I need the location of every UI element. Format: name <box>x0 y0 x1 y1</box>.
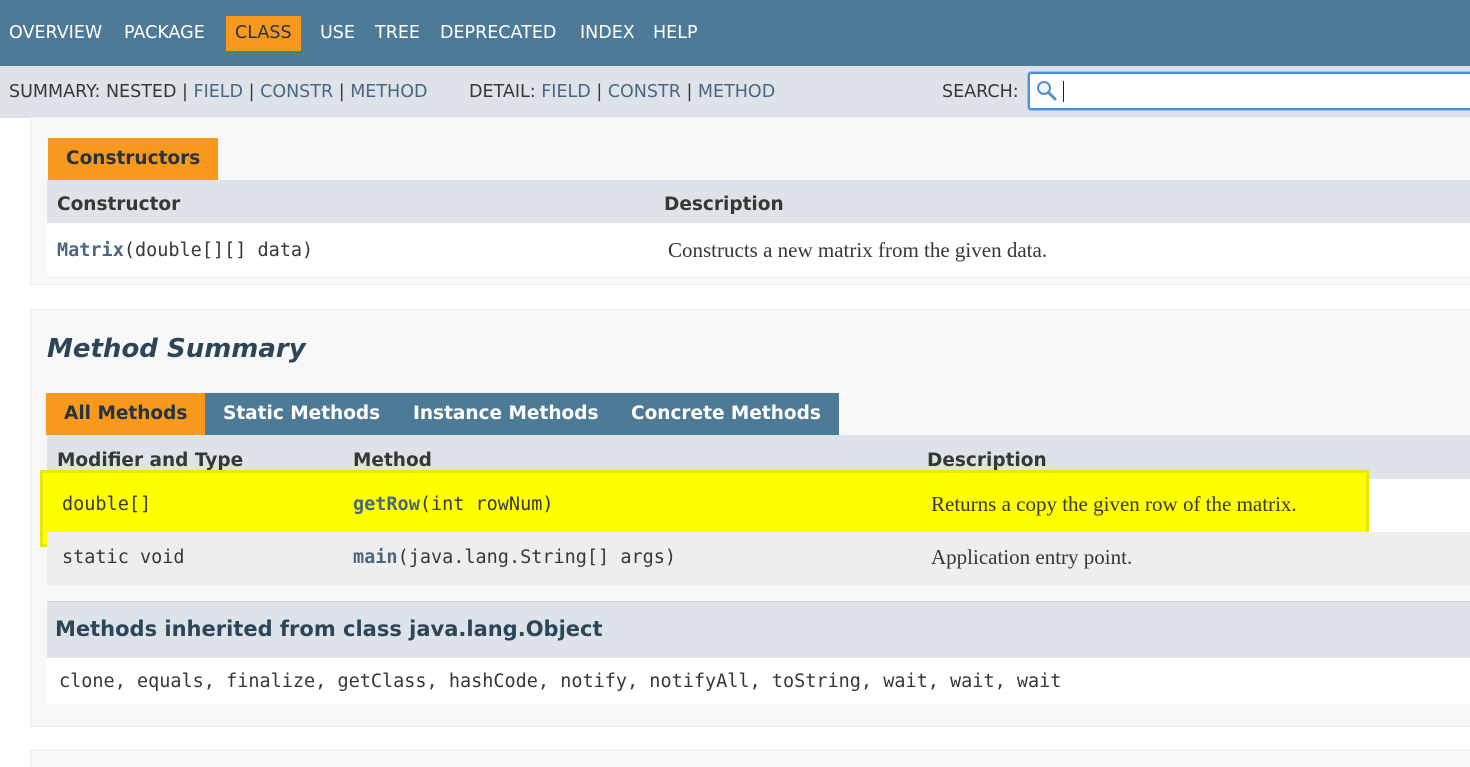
search-icon <box>1037 81 1057 101</box>
col-header-description: Description <box>664 194 784 215</box>
inherited-methods-title: Methods inherited from class java.lang.O… <box>55 617 603 641</box>
separator: | <box>248 82 255 102</box>
nav-package-link[interactable]: PACKAGE <box>124 16 205 51</box>
next-section <box>30 750 1470 767</box>
method-modifier: static void <box>62 547 185 568</box>
separator: | <box>182 82 188 102</box>
method-summary-title: Method Summary <box>47 334 306 364</box>
inherited-methods-header: Methods inherited from class java.lang.O… <box>47 601 1470 658</box>
nav-help-link[interactable]: HELP <box>653 16 698 51</box>
tab-concrete-methods[interactable]: Concrete Methods <box>613 393 839 435</box>
method-row-getrow: double[] getRow(int rowNum) Returns a co… <box>47 479 1470 532</box>
constructors-caption: Constructors <box>48 138 219 180</box>
tab-static-methods[interactable]: Static Methods <box>205 393 399 435</box>
constructor-signature: Matrix(double[][] data) <box>57 240 313 261</box>
nav-tree-link[interactable]: TREE <box>375 16 420 51</box>
detail-method-link[interactable]: METHOD <box>698 82 775 102</box>
summary-nested-text: NESTED <box>105 82 177 102</box>
table-row: Matrix(double[][] data) Constructs a new… <box>47 223 1470 276</box>
method-description: Returns a copy the given row of the matr… <box>931 492 1297 516</box>
method-signature: getRow(int rowNum) <box>353 494 553 515</box>
text-caret <box>1063 81 1064 102</box>
method-signature: main(java.lang.String[] args) <box>353 547 676 568</box>
separator: | <box>596 82 603 102</box>
nav-class-tab[interactable]: CLASS <box>226 16 301 51</box>
nav-index-link[interactable]: INDEX <box>580 16 635 51</box>
constructor-description: Constructs a new matrix from the given d… <box>668 238 1048 262</box>
method-params: (int rowNum) <box>419 494 554 515</box>
method-description: Application entry point. <box>931 545 1133 569</box>
col-header-constructor: Constructor <box>57 194 181 215</box>
summary-method-link[interactable]: METHOD <box>350 82 427 102</box>
separator: | <box>338 82 345 102</box>
search-input[interactable] <box>1028 72 1470 110</box>
constructor-params: (double[][] data) <box>123 240 314 261</box>
summary-label: SUMMARY: <box>9 82 101 102</box>
top-navigation-bar: OVERVIEW PACKAGE CLASS USE TREE DEPRECAT… <box>0 0 1470 66</box>
separator: | <box>686 82 693 102</box>
detail-constr-link[interactable]: CONSTR <box>608 82 681 102</box>
constructor-link-matrix[interactable]: Matrix <box>57 240 124 261</box>
summary-field-link[interactable]: FIELD <box>194 82 244 102</box>
detail-links: DETAIL: FIELD | CONSTR | METHOD <box>469 66 775 118</box>
col-header-description: Description <box>927 450 1047 471</box>
summary-constr-link[interactable]: CONSTR <box>260 82 333 102</box>
method-modifier: double[] <box>62 494 152 515</box>
nav-use-link[interactable]: USE <box>320 16 355 51</box>
constructor-table-header: Constructor Description <box>47 180 1470 223</box>
method-row-main: static void main(java.lang.String[] args… <box>47 532 1470 585</box>
detail-field-link[interactable]: FIELD <box>541 82 591 102</box>
summary-links: SUMMARY: NESTED | FIELD | CONSTR | METHO… <box>9 66 427 118</box>
method-link-main[interactable]: main <box>353 547 398 568</box>
method-params: (java.lang.String[] args) <box>397 547 677 568</box>
tab-all-methods[interactable]: All Methods <box>46 393 206 435</box>
search-label: SEARCH: <box>942 82 1019 102</box>
detail-label: DETAIL: <box>469 82 536 102</box>
col-header-method: Method <box>353 450 432 471</box>
inherited-methods-text: clone, equals, finalize, getClass, hashC… <box>59 671 1062 692</box>
tab-instance-methods[interactable]: Instance Methods <box>395 393 617 435</box>
inherited-methods-list: clone, equals, finalize, getClass, hashC… <box>47 658 1470 704</box>
nav-deprecated-link[interactable]: DEPRECATED <box>440 16 556 51</box>
col-header-modifier: Modifier and Type <box>57 450 244 471</box>
nav-overview-link[interactable]: OVERVIEW <box>9 16 102 51</box>
method-link-getrow[interactable]: getRow <box>353 494 420 515</box>
